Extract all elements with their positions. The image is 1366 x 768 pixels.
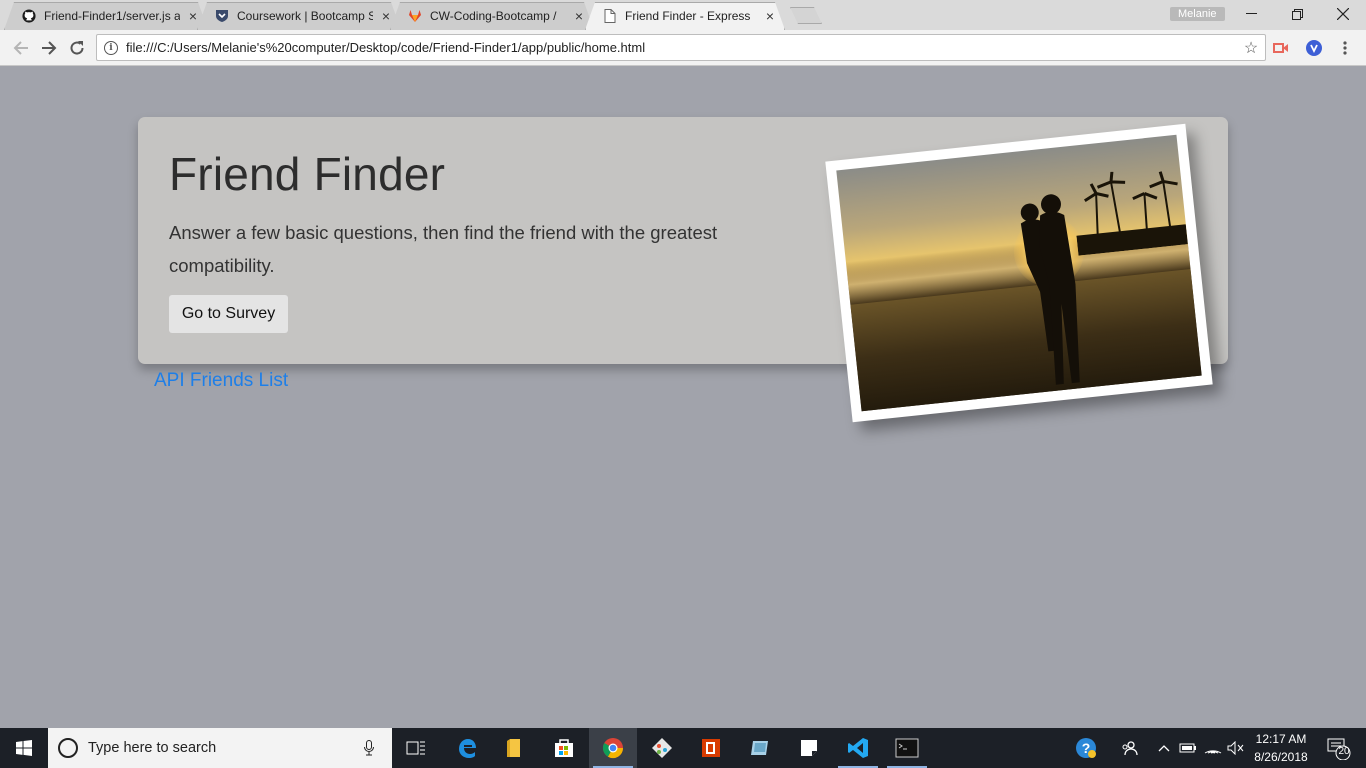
office-icon[interactable] [687, 728, 735, 768]
tab-title: Friend Finder - Express [625, 9, 751, 23]
url-text[interactable]: file:///C:/Users/Melanie's%20computer/De… [126, 40, 1241, 55]
go-to-survey-button[interactable]: Go to Survey [169, 295, 288, 333]
battery-icon[interactable] [1177, 728, 1199, 768]
menu-kebab-icon[interactable] [1336, 39, 1354, 57]
file-explorer-icon[interactable] [491, 728, 539, 768]
back-arrow-icon[interactable] [9, 36, 33, 60]
sticky-notes-icon[interactable] [785, 728, 833, 768]
search-placeholder: Type here to search [88, 740, 217, 756]
vscode-icon[interactable] [834, 728, 882, 768]
palm-trees [1076, 171, 1188, 256]
close-window-icon[interactable] [1320, 0, 1366, 28]
gitlab-icon [408, 9, 422, 23]
page-icon [603, 9, 617, 23]
beach-couple-photo [825, 123, 1213, 423]
volume-muted-icon[interactable] [1225, 728, 1247, 768]
tab-title: Friend-Finder1/server.js a [44, 9, 180, 23]
wifi-icon[interactable] [1202, 728, 1224, 768]
browser-toolbar: i file:///C:/Users/Melanie's%20computer/… [0, 30, 1366, 66]
people-icon[interactable] [1116, 728, 1142, 768]
address-bar[interactable]: i file:///C:/Users/Melanie's%20computer/… [96, 34, 1266, 61]
new-tab-button[interactable] [790, 7, 822, 24]
clock-time: 12:17 AM [1255, 732, 1307, 746]
git-icon[interactable] [638, 728, 686, 768]
tab-coursework[interactable]: Coursework | Bootcamp S × [197, 2, 401, 30]
edge-icon[interactable] [443, 728, 491, 768]
task-view-icon[interactable] [392, 728, 440, 768]
terminal-icon[interactable] [883, 728, 931, 768]
github-icon [22, 9, 36, 23]
site-info-icon[interactable]: i [104, 40, 118, 55]
tab-strip: Friend-Finder1/server.js a × Coursework … [0, 0, 1366, 30]
photo-image [836, 134, 1202, 412]
minimize-icon[interactable] [1228, 0, 1274, 28]
windows-taskbar: Type here to search ? 12:17 AM 8/26/2018… [0, 728, 1366, 768]
cast-extension-icon[interactable] [1272, 39, 1290, 57]
chrome-icon[interactable] [589, 728, 637, 768]
store-icon[interactable] [540, 728, 588, 768]
profile-badge[interactable]: Melanie [1170, 7, 1225, 21]
tab-close-icon[interactable]: × [763, 9, 777, 23]
tab-title: Coursework | Bootcamp S [237, 9, 373, 23]
tab-gitlab[interactable]: CW-Coding-Bootcamp / × [390, 2, 594, 30]
cortana-icon[interactable] [58, 738, 78, 758]
taskbar-clock[interactable]: 12:17 AM 8/26/2018 [1246, 730, 1316, 766]
api-friends-list-link[interactable]: API Friends List [154, 370, 288, 392]
show-hidden-icons-icon[interactable] [1154, 728, 1174, 768]
reload-icon[interactable] [65, 36, 89, 60]
vm-icon[interactable] [736, 728, 784, 768]
restore-icon[interactable] [1274, 0, 1320, 28]
notification-center-icon[interactable]: 20 [1320, 728, 1356, 768]
page-title: Friend Finder [169, 148, 446, 200]
tab-title: CW-Coding-Bootcamp / [430, 9, 557, 23]
page-lead: Answer a few basic questions, then find … [169, 222, 718, 276]
bootcamp-shield-icon [215, 9, 229, 23]
forward-arrow-icon[interactable] [37, 36, 61, 60]
windows-start-icon[interactable] [0, 728, 48, 768]
microphone-icon[interactable] [360, 740, 378, 756]
tab-close-icon[interactable]: × [572, 9, 586, 23]
v-extension-icon[interactable] [1305, 39, 1323, 57]
bookmark-star-icon[interactable]: ☆ [1241, 38, 1261, 58]
tab-github-server[interactable]: Friend-Finder1/server.js a × [4, 2, 208, 30]
taskbar-search[interactable]: Type here to search [48, 728, 392, 768]
clock-date: 8/26/2018 [1254, 750, 1308, 764]
notification-count: 20 [1338, 746, 1350, 757]
tab-friend-finder[interactable]: Friend Finder - Express × [585, 2, 785, 30]
help-icon[interactable]: ? [1072, 728, 1100, 768]
